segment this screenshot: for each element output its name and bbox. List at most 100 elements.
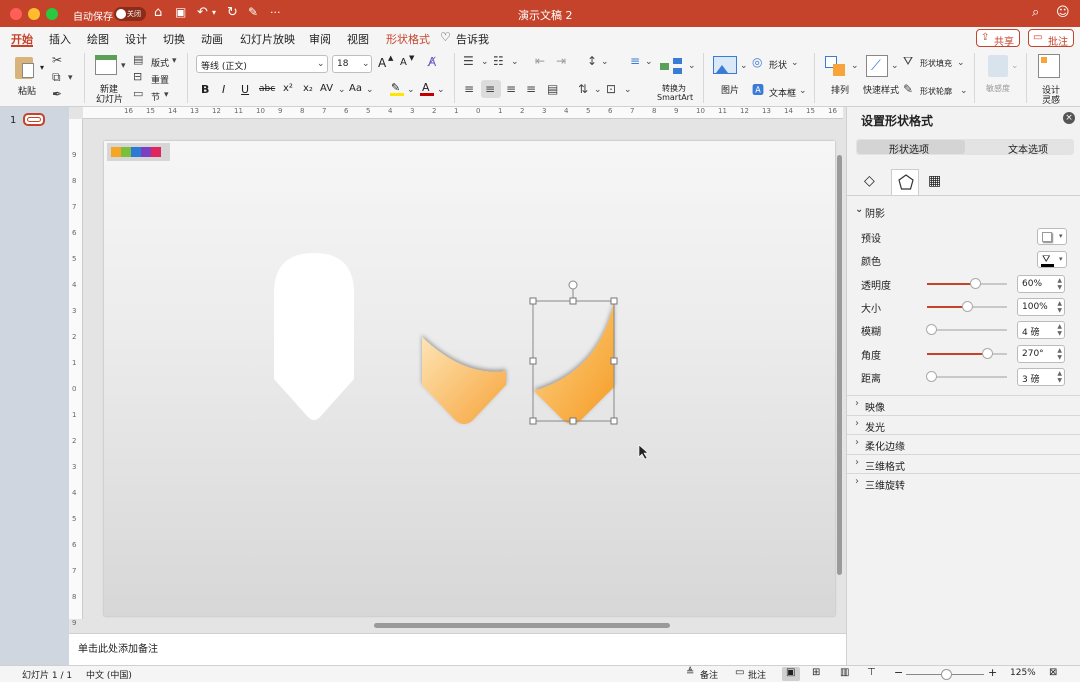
shapes-button[interactable]: 形状: [769, 58, 787, 71]
grow-font-button[interactable]: A: [378, 56, 386, 70]
paste-dropdown-icon[interactable]: ▾: [40, 63, 44, 72]
resize-handle[interactable]: [529, 297, 537, 305]
undo-dropdown-icon[interactable]: ▾: [212, 8, 216, 17]
chevron-down-icon[interactable]: ⌄: [957, 58, 965, 68]
search-icon[interactable]: ⌕: [1032, 5, 1039, 20]
chevron-down-icon[interactable]: ⌄: [511, 57, 519, 67]
chevron-down-icon[interactable]: ⌄: [791, 58, 799, 68]
tab-design[interactable]: 设计: [125, 31, 147, 47]
notes-pane[interactable]: 单击此处添加备注: [69, 633, 846, 665]
change-case-button[interactable]: Aa: [349, 83, 362, 94]
resize-handle[interactable]: [610, 417, 618, 425]
slideshow-icon[interactable]: ⊤: [867, 667, 876, 678]
tab-text-options[interactable]: 文本选项: [966, 140, 1074, 156]
section-dropdown-icon[interactable]: ▾: [164, 90, 169, 100]
undo-icon[interactable]: ↶: [197, 5, 208, 20]
value-spinner[interactable]: 4 磅 ▲ ▼: [1017, 321, 1065, 340]
reset-button[interactable]: 重置: [151, 73, 169, 86]
chevron-down-icon[interactable]: ⌄: [407, 85, 415, 95]
close-icon[interactable]: ×: [1063, 112, 1075, 124]
justify-icon[interactable]: ≡: [526, 82, 536, 96]
home-icon[interactable]: ⌂: [154, 5, 162, 20]
subscript-button[interactable]: x₂: [303, 83, 313, 94]
sensitivity-icon[interactable]: [988, 55, 1008, 77]
zoom-out-icon[interactable]: −: [894, 666, 903, 679]
close-window-button[interactable]: [10, 8, 22, 20]
normal-view-button[interactable]: ▣: [782, 667, 800, 681]
bold-button[interactable]: B: [201, 83, 209, 96]
clear-format-icon[interactable]: A̸: [428, 55, 436, 69]
slider-knob[interactable]: [982, 347, 993, 359]
slide-sorter-icon[interactable]: ⊞: [812, 667, 820, 678]
copy-dropdown-icon[interactable]: ▾: [68, 73, 73, 83]
resize-handle[interactable]: [610, 357, 618, 365]
highlight-button[interactable]: ✎: [390, 81, 404, 96]
slider-knob[interactable]: [970, 277, 981, 289]
textbox-button[interactable]: 文本框: [769, 86, 796, 99]
resize-handle[interactable]: [569, 297, 577, 305]
layout-button[interactable]: 版式: [151, 56, 169, 69]
redo-icon[interactable]: ↻: [227, 5, 238, 20]
account-icon[interactable]: ☺: [1056, 5, 1070, 20]
chevron-down-icon[interactable]: ⌄: [366, 85, 374, 95]
preset-dropdown[interactable]: ▾: [1037, 228, 1067, 245]
tab-insert[interactable]: 插入: [49, 31, 71, 47]
chevron-down-icon[interactable]: ⌄: [601, 57, 609, 67]
columns-icon[interactable]: ≡: [630, 54, 640, 68]
share-button[interactable]: ⇪ 共享: [976, 29, 1020, 48]
notes-placeholder[interactable]: 单击此处添加备注: [78, 640, 158, 655]
align-text-icon[interactable]: ⊡: [606, 82, 616, 96]
text-direction-icon[interactable]: ⇅: [578, 82, 588, 96]
fill-line-icon[interactable]: ◇: [864, 173, 875, 189]
line-spacing-icon[interactable]: ↕: [587, 54, 597, 68]
chevron-down-icon[interactable]: ⌄: [594, 85, 602, 95]
slider-knob[interactable]: [926, 370, 937, 382]
chevron-down-icon[interactable]: ⌄: [740, 61, 748, 71]
chevron-down-icon[interactable]: ⌄: [481, 57, 489, 67]
new-slide-dropdown-icon[interactable]: ▾: [121, 61, 126, 71]
tab-slideshow[interactable]: 幻灯片放映: [240, 31, 295, 47]
chevron-down-icon[interactable]: ⌄: [855, 204, 863, 215]
font-name-select[interactable]: 等线 (正文) ⌄: [196, 55, 328, 73]
collapsed-section[interactable]: › 映像: [847, 395, 1080, 414]
minimize-window-button[interactable]: [28, 8, 40, 20]
value-spinner[interactable]: 270° ▲ ▼: [1017, 344, 1065, 363]
chevron-down-icon[interactable]: ⌄: [891, 61, 899, 71]
size-properties-icon[interactable]: ▦: [928, 173, 941, 189]
vertical-scrollbar[interactable]: [837, 155, 842, 575]
char-spacing-button[interactable]: AV: [320, 83, 333, 94]
language-indicator[interactable]: 中文 (中国): [86, 668, 132, 681]
arrange-icon[interactable]: [825, 56, 847, 78]
zoom-in-icon[interactable]: +: [988, 666, 997, 679]
orange-left-shape[interactable]: [422, 337, 506, 424]
value-spinner[interactable]: 3 磅 ▲ ▼: [1017, 367, 1065, 386]
orange-right-shape[interactable]: [534, 301, 614, 424]
maximize-window-button[interactable]: [46, 8, 58, 20]
slider-track[interactable]: [927, 375, 1007, 378]
paste-button[interactable]: [12, 55, 38, 81]
layout-dropdown-icon[interactable]: ▾: [172, 56, 177, 66]
picture-icon[interactable]: [713, 56, 737, 74]
more-button[interactable]: ···: [270, 6, 281, 19]
rotate-handle-icon[interactable]: [568, 280, 578, 290]
italic-button[interactable]: I: [222, 83, 225, 96]
tab-shape-format[interactable]: 形状格式: [386, 31, 430, 47]
superscript-button[interactable]: x²: [283, 83, 293, 94]
value-spinner[interactable]: 100% ▲ ▼: [1017, 297, 1065, 316]
notes-toggle[interactable]: 备注: [700, 668, 718, 681]
fit-to-window-icon[interactable]: ⊠: [1049, 667, 1057, 678]
chevron-down-icon[interactable]: ⌄: [437, 85, 445, 95]
bullets-icon[interactable]: ☰: [463, 54, 474, 68]
underline-button[interactable]: U: [241, 83, 249, 96]
tab-transitions[interactable]: 切换: [163, 31, 185, 47]
slider-knob[interactable]: [926, 324, 937, 336]
value-spinner[interactable]: 60% ▲ ▼: [1017, 274, 1065, 293]
shadow-section-header[interactable]: 阴影: [865, 205, 885, 220]
chevron-down-icon[interactable]: ⌄: [645, 57, 653, 67]
new-slide-icon[interactable]: [95, 55, 117, 75]
font-color-button[interactable]: A: [420, 81, 434, 96]
customize-icon[interactable]: ✎: [248, 5, 258, 19]
zoom-slider-knob[interactable]: [941, 669, 952, 680]
tab-animations[interactable]: 动画: [201, 31, 223, 47]
align-center-button[interactable]: ≡: [481, 80, 501, 98]
